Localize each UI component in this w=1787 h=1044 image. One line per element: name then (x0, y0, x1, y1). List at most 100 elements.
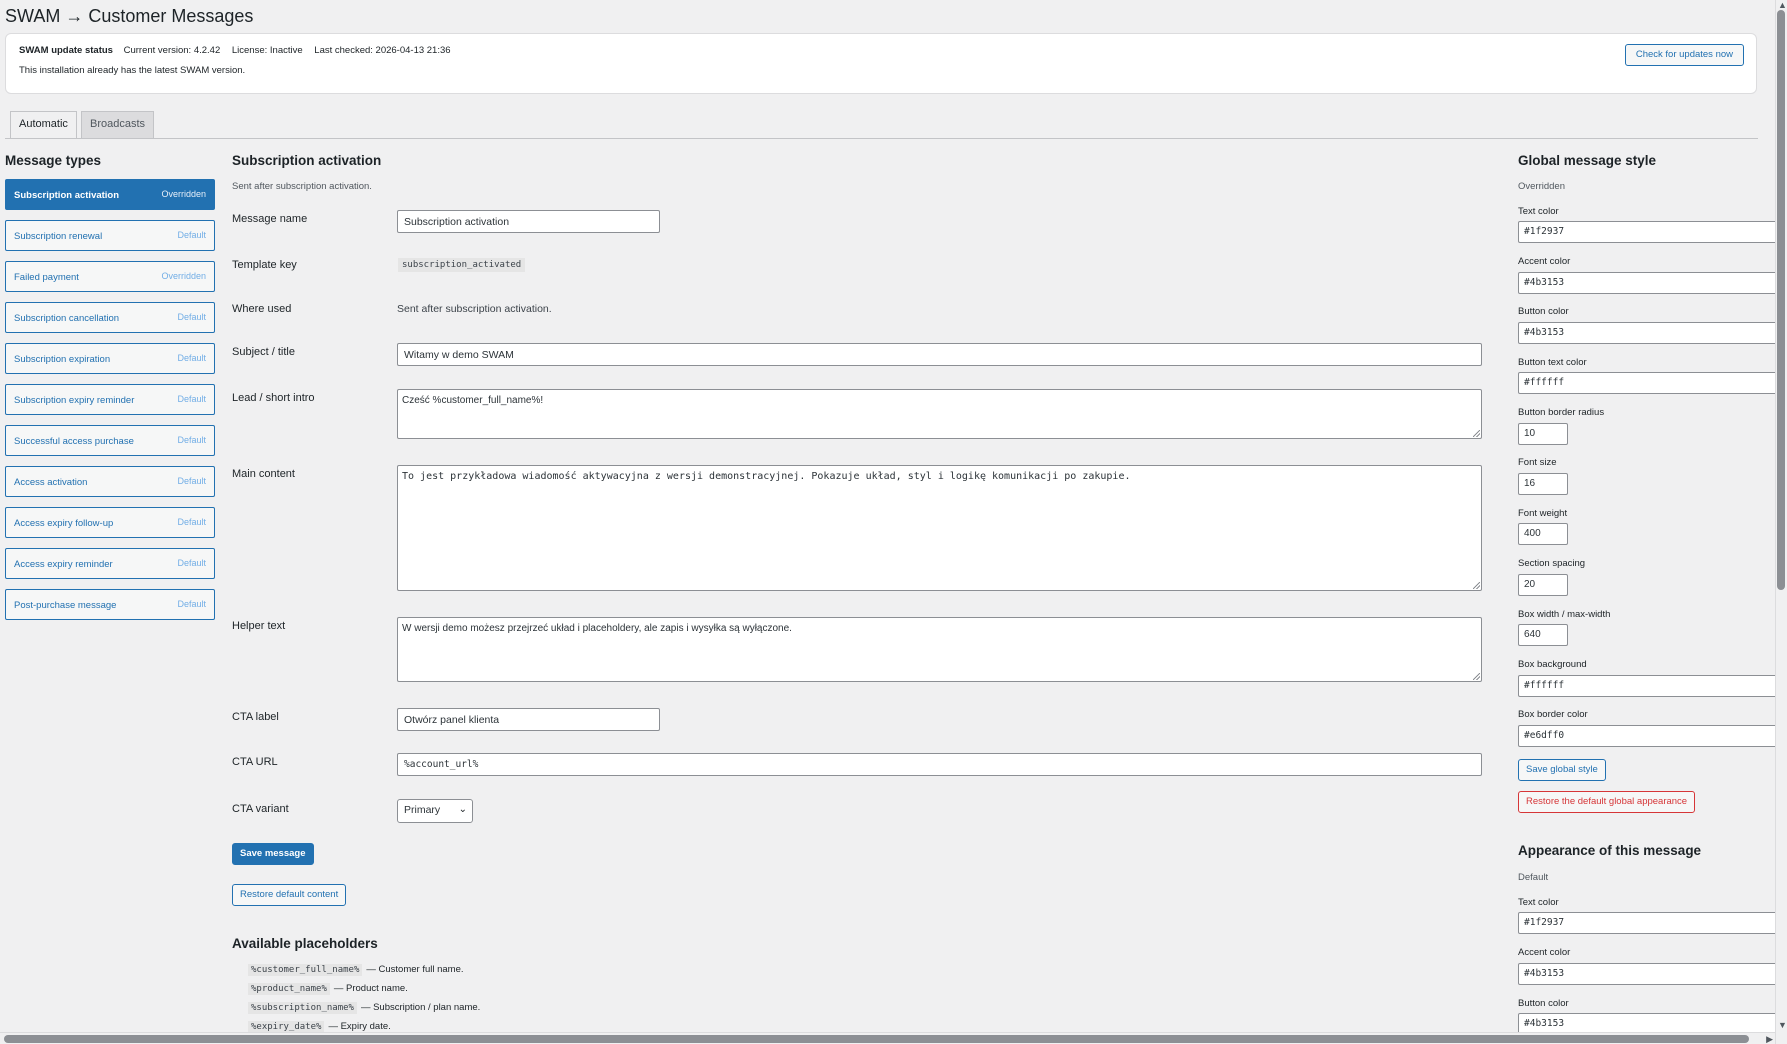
message-type-subscription-cancellation[interactable]: Subscription cancellation Default (5, 302, 215, 333)
save-global-style-button[interactable]: Save global style (1518, 759, 1606, 781)
main-content-label: Main content (232, 468, 295, 480)
message-type-label: Post-purchase message (14, 600, 117, 611)
chevron-down-icon: ⌄ (458, 804, 467, 815)
global-section-spacing-input[interactable]: 20 (1518, 574, 1568, 596)
global-font-size-input[interactable]: 16 (1518, 473, 1568, 495)
global-box-background-input[interactable]: #ffffff (1518, 675, 1778, 697)
resize-grip-icon[interactable] (1473, 582, 1480, 589)
scroll-down-icon[interactable]: ▼ (1778, 1020, 1787, 1030)
global-button-text-color-input[interactable]: #ffffff (1518, 372, 1778, 394)
cta-url-label: CTA URL (232, 756, 278, 768)
check-for-updates-button[interactable]: Check for updates now (1624, 44, 1744, 66)
update-status-line: SWAM update status Current version: 4.2.… (19, 45, 460, 56)
cta-variant-select[interactable]: Primary ⌄ (397, 799, 473, 823)
main-content-textarea[interactable]: To jest przykładowa wiadomość aktywacyjn… (397, 465, 1482, 591)
message-type-status: Overridden (161, 189, 206, 199)
message-type-status: Default (177, 476, 206, 486)
cta-label-label: CTA label (232, 711, 279, 723)
resize-grip-icon[interactable] (1473, 430, 1480, 437)
last-checked: Last checked: 2026-04-13 21:36 (314, 45, 451, 56)
message-types-heading: Message types (5, 153, 102, 168)
lead-textarea[interactable]: Cześć %customer_full_name%! (397, 389, 1482, 439)
message-type-status: Default (177, 558, 206, 568)
global-font-weight-input[interactable]: 400 (1518, 523, 1568, 545)
cta-url-input[interactable] (397, 753, 1482, 776)
placeholders-heading: Available placeholders (232, 936, 378, 951)
update-status-box: SWAM update status Current version: 4.2.… (5, 33, 1757, 94)
global-text-color-input[interactable]: #1f2937 (1518, 221, 1778, 243)
vertical-scrollbar[interactable]: ▲ ▼ (1775, 0, 1787, 1044)
message-type-subscription-activation[interactable]: Subscription activation Overridden (5, 179, 215, 210)
where-used-value: Sent after subscription activation. (397, 303, 552, 315)
global-button-border-radius-input[interactable]: 10 (1518, 423, 1568, 445)
restore-default-content-button[interactable]: Restore default content (232, 884, 347, 906)
message-type-status: Default (177, 517, 206, 527)
global-box-background-label: Box background (1518, 659, 1587, 670)
message-type-label: Failed payment (14, 272, 79, 283)
message-type-subscription-expiry-reminder[interactable]: Subscription expiry reminder Default (5, 384, 215, 415)
save-message-button[interactable]: Save message (232, 843, 314, 865)
placeholder-desc: — Expiry date. (328, 1021, 391, 1032)
message-type-label: Subscription expiry reminder (14, 395, 135, 406)
message-accent-color-label: Accent color (1518, 947, 1571, 958)
placeholder-code: %customer_full_name% (248, 964, 363, 976)
global-button-color-input[interactable]: #4b3153 (1518, 322, 1778, 344)
helper-text-textarea[interactable]: W wersji demo możesz przejrzeć układ i p… (397, 617, 1482, 682)
where-used-label: Where used (232, 303, 292, 315)
message-type-status: Default (177, 353, 206, 363)
placeholder-desc: — Customer full name. (366, 964, 464, 975)
global-box-border-color-input[interactable]: #e6dff0 (1518, 725, 1778, 747)
message-type-status: Default (177, 230, 206, 240)
message-type-post-purchase-message[interactable]: Post-purchase message Default (5, 589, 215, 620)
cta-label-input[interactable] (397, 708, 660, 731)
message-type-label: Access expiry follow-up (14, 518, 114, 529)
horizontal-scroll-thumb[interactable] (4, 1035, 1749, 1043)
message-type-label: Subscription expiration (14, 354, 111, 365)
message-type-label: Access activation (14, 477, 88, 488)
editor-heading: Subscription activation (232, 153, 382, 168)
cta-variant-label: CTA variant (232, 803, 289, 815)
message-style-heading: Appearance of this message (1518, 843, 1702, 858)
subject-label: Subject / title (232, 346, 295, 358)
tab-automatic[interactable]: Automatic (10, 111, 77, 139)
message-type-access-expiry-follow-up[interactable]: Access expiry follow-up Default (5, 507, 215, 538)
message-type-status: Default (177, 394, 206, 404)
message-accent-color-input[interactable]: #4b3153 (1518, 963, 1778, 985)
placeholder-code: %subscription_name% (248, 1002, 357, 1014)
placeholder-item: %expiry_date% — Expiry date. (248, 1021, 391, 1033)
restore-global-appearance-button[interactable]: Restore the default global appearance (1518, 791, 1696, 813)
scroll-up-icon[interactable]: ▲ (1778, 0, 1787, 10)
message-type-label: Access expiry reminder (14, 559, 113, 570)
global-box-border-color-label: Box border color (1518, 709, 1588, 720)
message-type-status: Default (177, 312, 206, 322)
message-text-color-input[interactable]: #1f2937 (1518, 912, 1778, 934)
page-title: SWAM → Customer Messages (5, 6, 254, 26)
message-type-access-expiry-reminder[interactable]: Access expiry reminder Default (5, 548, 215, 579)
update-note: This installation already has the latest… (19, 65, 246, 76)
message-type-access-activation[interactable]: Access activation Default (5, 466, 215, 497)
helper-text-label: Helper text (232, 620, 286, 632)
horizontal-scrollbar[interactable]: ▶ (0, 1032, 1775, 1044)
message-type-subscription-expiration[interactable]: Subscription expiration Default (5, 343, 215, 374)
resize-grip-icon[interactable] (1473, 673, 1480, 680)
placeholder-item: %customer_full_name% — Customer full name… (248, 964, 464, 976)
global-box-width-input[interactable]: 640 (1518, 624, 1568, 646)
message-type-successful-access-purchase[interactable]: Successful access purchase Default (5, 425, 215, 456)
placeholder-desc: — Subscription / plan name. (360, 1002, 481, 1013)
template-key-value: subscription_activated (398, 258, 526, 272)
global-box-width-label: Box width / max-width (1518, 609, 1611, 620)
scroll-right-icon[interactable]: ▶ (1766, 1034, 1773, 1044)
message-type-failed-payment[interactable]: Failed payment Overridden (5, 261, 215, 292)
message-type-label: Subscription renewal (14, 231, 103, 242)
message-name-input[interactable] (397, 210, 660, 233)
message-type-label: Subscription cancellation (14, 313, 120, 324)
global-text-color-label: Text color (1518, 206, 1559, 217)
message-type-subscription-renewal[interactable]: Subscription renewal Default (5, 220, 215, 251)
subject-input[interactable] (397, 343, 1482, 366)
vertical-scroll-thumb[interactable] (1777, 10, 1785, 590)
global-accent-color-input[interactable]: #4b3153 (1518, 272, 1778, 294)
placeholder-item: %product_name% — Product name. (248, 983, 408, 995)
tab-broadcasts[interactable]: Broadcasts (81, 111, 155, 138)
placeholder-code: %product_name% (248, 983, 330, 995)
global-button-border-radius-label: Button border radius (1518, 407, 1605, 418)
